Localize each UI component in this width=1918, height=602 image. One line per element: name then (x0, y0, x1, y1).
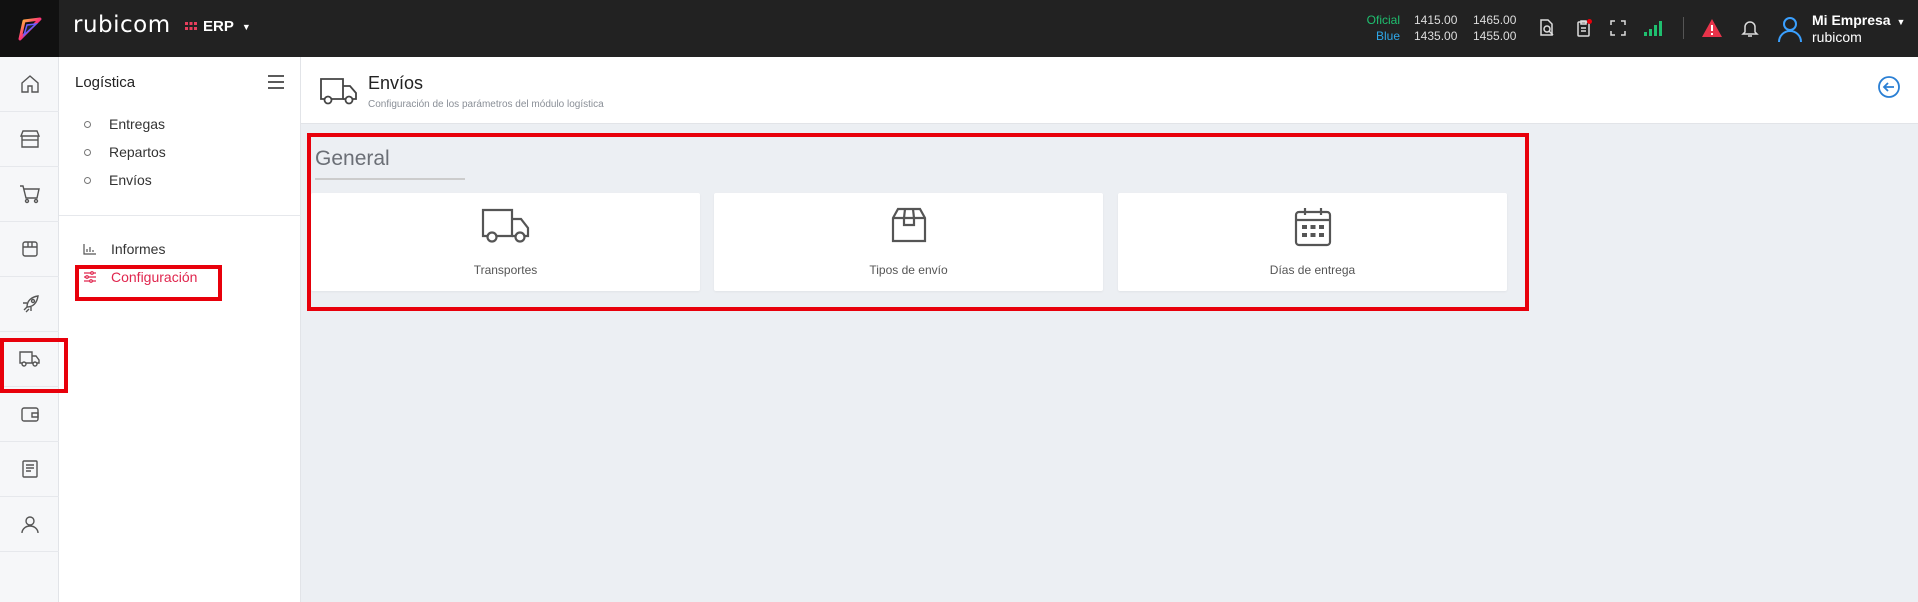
sidebar-title: Logística (75, 74, 136, 91)
home-icon (20, 75, 39, 93)
rate-sell: 1465.00 (1473, 13, 1517, 27)
rail-cart[interactable] (0, 167, 59, 222)
search-document-icon[interactable] (1533, 14, 1561, 42)
card-label: Transportes (473, 263, 538, 277)
rail-user[interactable] (0, 497, 59, 552)
rate-buy: 1415.00 (1414, 13, 1458, 27)
user-icon (1778, 17, 1802, 43)
fullscreen-icon[interactable] (1604, 14, 1632, 42)
card-dias-de-entrega[interactable]: Días de entrega (1118, 193, 1507, 291)
rate-buy: 1435.00 (1414, 29, 1458, 43)
truck-icon (481, 208, 529, 243)
book-icon (21, 460, 38, 478)
company-name: Mi Empresa ▼ (1812, 12, 1906, 28)
topbar-divider (1683, 17, 1684, 39)
truck-icon (320, 78, 357, 105)
module-rail (0, 57, 59, 602)
rate-row-oficial: Oficial 1415.00 1465.00 (1350, 12, 1532, 28)
account-name: rubicom (1812, 29, 1862, 45)
section-title-underline (315, 178, 465, 180)
top-bar: rubicom ERP ▼ Oficial 1415.00 1465.00 Bl… (0, 0, 1918, 57)
sidebar-item-label: Envíos (109, 172, 152, 188)
rail-store[interactable] (0, 112, 59, 167)
highlight-configuracion (75, 265, 222, 301)
hamburger-icon[interactable] (267, 74, 285, 90)
section-title: General (315, 147, 390, 170)
rail-home[interactable] (0, 57, 59, 112)
app-switcher-label: ERP (203, 18, 234, 35)
bullet-icon (84, 148, 91, 156)
rate-label: Oficial (1366, 13, 1400, 27)
card-label: Días de entrega (1269, 263, 1356, 277)
card-label: Tipos de envío (869, 263, 948, 277)
page-subtitle: Configuración de los parámetros del módu… (368, 99, 604, 110)
back-arrow-icon[interactable] (1877, 75, 1901, 99)
cart-icon (19, 185, 40, 204)
sidebar-item-envios[interactable]: Envíos (84, 172, 152, 188)
rocket-icon (22, 295, 39, 313)
sidebar-item-label: Repartos (109, 144, 166, 160)
brand-name: rubicom (73, 12, 171, 38)
page-title: Envíos (368, 73, 424, 93)
sidebar-item-informes[interactable]: Informes (83, 241, 165, 257)
sidebar-item-label: Informes (111, 241, 166, 257)
rail-book[interactable] (0, 442, 59, 497)
sidebar-item-label: Entregas (109, 116, 166, 132)
package-icon (891, 207, 926, 243)
bullet-icon (84, 120, 91, 128)
page-header: Envíos Configuración de los parámetros d… (301, 57, 1918, 124)
rate-row-blue: Blue 1435.00 1455.00 (1350, 28, 1532, 44)
box-icon (21, 241, 38, 257)
chart-icon (83, 244, 96, 255)
rail-wallet[interactable] (0, 387, 59, 442)
card-tipos-de-envio[interactable]: Tipos de envío (714, 193, 1103, 291)
sidebar-item-repartos[interactable]: Repartos (84, 144, 166, 160)
module-sidebar: Logística Entregas Repartos Envíos Infor… (59, 57, 301, 602)
sidebar-divider (59, 215, 301, 216)
app-switcher[interactable]: ERP ▼ (185, 18, 251, 35)
store-icon (19, 130, 40, 148)
calendar-icon (1294, 208, 1331, 247)
rail-box[interactable] (0, 222, 59, 277)
caret-down-icon: ▼ (1896, 17, 1906, 27)
bullet-icon (84, 176, 91, 184)
rail-rocket[interactable] (0, 277, 59, 332)
signal-icon (1640, 14, 1668, 42)
user-menu[interactable]: Mi Empresa ▼ rubicom (1776, 13, 1905, 45)
caret-down-icon: ▼ (241, 21, 251, 32)
rate-label: Blue (1375, 29, 1400, 43)
highlight-rail-logistics (0, 338, 68, 393)
wallet-icon (20, 407, 39, 422)
person-icon (20, 516, 39, 534)
sidebar-item-entregas[interactable]: Entregas (84, 116, 165, 132)
card-transportes[interactable]: Transportes (311, 193, 700, 291)
clipboard-icon[interactable] (1570, 14, 1598, 42)
general-section: General Transportes Tipos de envío Días … (307, 133, 1529, 311)
bell-icon[interactable] (1736, 14, 1764, 42)
rate-sell: 1455.00 (1473, 29, 1517, 43)
grid-icon (185, 21, 197, 30)
alert-icon[interactable] (1698, 14, 1726, 42)
exchange-rates: Oficial 1415.00 1465.00 Blue 1435.00 145… (1350, 12, 1532, 44)
app-logo[interactable] (0, 0, 59, 57)
